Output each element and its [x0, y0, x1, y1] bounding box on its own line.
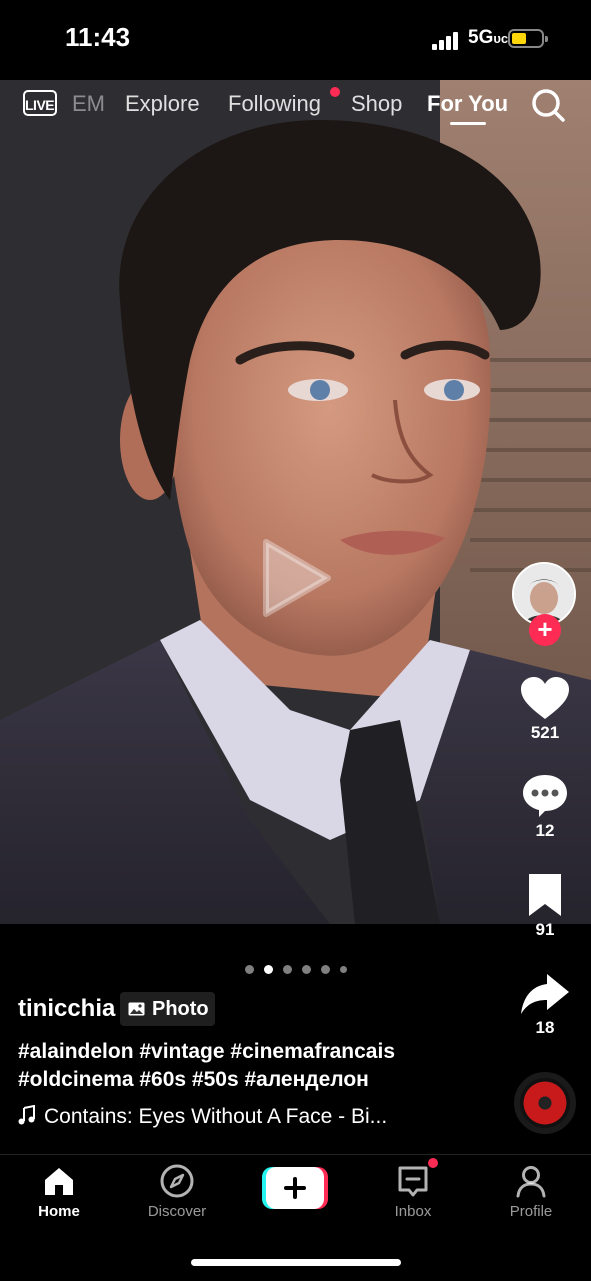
- home-indicator: [191, 1259, 401, 1266]
- nav-home-label: Home: [38, 1203, 80, 1220]
- nav-profile[interactable]: Profile: [476, 1155, 586, 1235]
- status-bar: 11:43 5Gᴜᴄ: [0, 0, 591, 80]
- search-icon[interactable]: [530, 87, 566, 123]
- image-icon: [128, 1002, 145, 1016]
- create-icon[interactable]: [262, 1167, 328, 1209]
- battery-icon: [508, 29, 548, 48]
- active-tab-indicator: [450, 122, 486, 125]
- tab-shop[interactable]: Shop: [351, 91, 402, 117]
- live-label: LIVE: [25, 97, 55, 113]
- nav-inbox[interactable]: Inbox: [358, 1155, 468, 1235]
- bookmark-icon[interactable]: [519, 872, 571, 918]
- heart-icon[interactable]: [519, 675, 571, 721]
- comment-icon[interactable]: [519, 773, 571, 819]
- inbox-icon: [398, 1166, 428, 1197]
- nav-discover[interactable]: Discover: [122, 1155, 232, 1235]
- photo-badge: Photo: [120, 992, 215, 1026]
- portrait-illustration: [0, 80, 591, 924]
- home-icon: [45, 1168, 73, 1195]
- share-icon[interactable]: [519, 970, 571, 1016]
- post-photo[interactable]: [0, 80, 591, 924]
- network-label: 5Gᴜᴄ: [468, 27, 509, 48]
- caption-hashtags[interactable]: #alaindelon #vintage #cinemafrancais #ol…: [18, 1038, 488, 1094]
- nav-discover-label: Discover: [147, 1203, 207, 1220]
- inbox-notification-dot: [428, 1158, 438, 1168]
- signal-icon: [432, 32, 462, 50]
- nav-profile-label: Profile: [509, 1203, 553, 1220]
- nav-home[interactable]: Home: [4, 1155, 114, 1235]
- nav-item-faded[interactable]: EM: [72, 91, 105, 117]
- share-count: 18: [535, 1018, 555, 1037]
- tab-explore[interactable]: Explore: [125, 91, 200, 117]
- music-info[interactable]: Contains: Eyes Without A Face - Bi...: [18, 1105, 387, 1129]
- music-disc-icon[interactable]: [514, 1072, 576, 1134]
- hashtags-line-2[interactable]: #oldcinema #60s #50s #аленделон: [18, 1066, 488, 1094]
- music-title: Contains: Eyes Without A Face - Bi...: [44, 1105, 388, 1128]
- music-note-icon: [18, 1105, 35, 1125]
- like-count: 521: [530, 723, 560, 742]
- photo-badge-label: Photo: [152, 998, 209, 1020]
- hashtags-line-1[interactable]: #alaindelon #vintage #cinemafrancais: [18, 1038, 488, 1066]
- nav-inbox-label: Inbox: [394, 1203, 432, 1220]
- top-nav: LIVE EM Explore Following Shop For You: [0, 82, 591, 126]
- follow-button[interactable]: +: [529, 614, 561, 646]
- profile-icon: [516, 1166, 546, 1198]
- notification-dot: [330, 87, 340, 97]
- play-icon[interactable]: [262, 538, 332, 618]
- tab-for-you[interactable]: For You: [427, 91, 508, 117]
- compass-icon: [160, 1164, 194, 1198]
- status-time: 11:43: [65, 22, 131, 52]
- tab-following[interactable]: Following: [228, 91, 321, 117]
- save-count: 91: [535, 920, 555, 939]
- username[interactable]: tinicchia: [18, 995, 115, 1023]
- comment-count: 12: [535, 821, 555, 840]
